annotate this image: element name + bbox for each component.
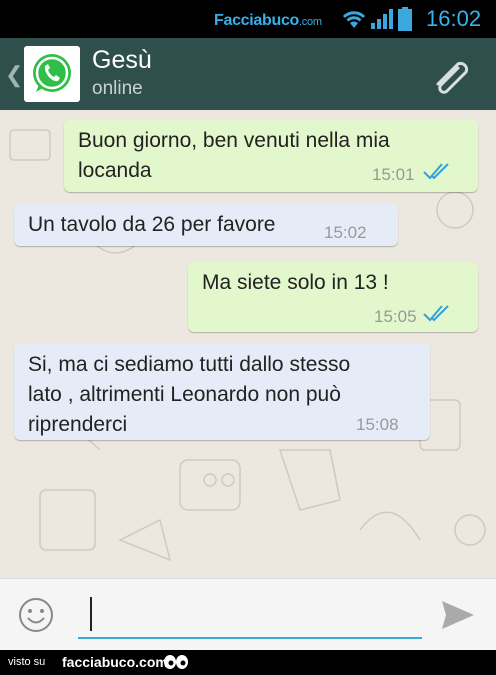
watermark-text: Facciabuco: [214, 12, 300, 29]
message-time: 15:08: [356, 415, 399, 434]
chat-header: ❮ Gesù online: [0, 38, 496, 110]
message-text: Si, ma ci sediamo tutti dallo stesso lat…: [28, 350, 350, 440]
message-text: Ma siete solo in 13 !: [202, 268, 389, 298]
watermark-top: Facciabuco.com: [214, 12, 322, 30]
footer-brand: facciabuco.com: [62, 654, 168, 670]
message-bubble-incoming[interactable]: Un tavolo da 26 per favore 15:02: [14, 204, 398, 246]
status-bar: Facciabuco.com 16:02: [0, 0, 496, 38]
message-bubble-outgoing[interactable]: Ma siete solo in 13 ! 15:05: [188, 262, 478, 332]
message-text: Buon giorno, ben venuti nella mia locand…: [78, 126, 390, 186]
message-line: riprenderci: [28, 413, 128, 436]
text-caret: [90, 597, 92, 631]
composer-bar: [0, 578, 496, 651]
message-text: Un tavolo da 26 per favore: [28, 210, 276, 240]
read-ticks-icon: [423, 305, 449, 322]
message-time: 15:01: [372, 165, 415, 184]
back-icon[interactable]: ❮: [5, 62, 23, 88]
read-ticks-icon: [423, 163, 449, 180]
message-input[interactable]: [78, 597, 422, 639]
whatsapp-logo: [33, 54, 71, 92]
message-bubble-outgoing[interactable]: Buon giorno, ben venuti nella mia locand…: [64, 120, 478, 192]
contact-name[interactable]: Gesù: [92, 46, 152, 75]
chat-area[interactable]: Buon giorno, ben venuti nella mia locand…: [0, 110, 496, 578]
message-time: 15:02: [324, 223, 367, 242]
footer-visto-label: visto su: [8, 656, 46, 668]
message-line: Buon giorno, ben venuti nella mia: [78, 129, 390, 152]
status-time: 16:02: [426, 6, 482, 31]
wifi-icon: [342, 11, 366, 28]
watermark-footer: visto su facciabuco.com: [0, 650, 496, 675]
message-line: locanda: [78, 159, 152, 182]
contact-status: online: [92, 78, 143, 99]
signal-icon: [371, 9, 393, 29]
watermark-suffix: .com: [299, 16, 322, 28]
emoji-icon[interactable]: [18, 597, 54, 633]
message-line: lato , altrimenti Leonardo non può: [28, 383, 341, 406]
message-line: Ma siete solo in 13 !: [202, 271, 389, 294]
send-icon[interactable]: [440, 599, 476, 631]
attach-icon[interactable]: [430, 54, 474, 94]
contact-avatar[interactable]: [24, 46, 80, 102]
message-line: Si, ma ci sediamo tutti dallo stesso: [28, 353, 351, 376]
message-line: Un tavolo da 26 per favore: [28, 213, 276, 236]
message-time: 15:05: [374, 307, 417, 326]
message-bubble-incoming[interactable]: Si, ma ci sediamo tutti dallo stesso lat…: [14, 344, 430, 440]
eyes-icon: [164, 655, 188, 669]
battery-icon: [398, 7, 412, 31]
